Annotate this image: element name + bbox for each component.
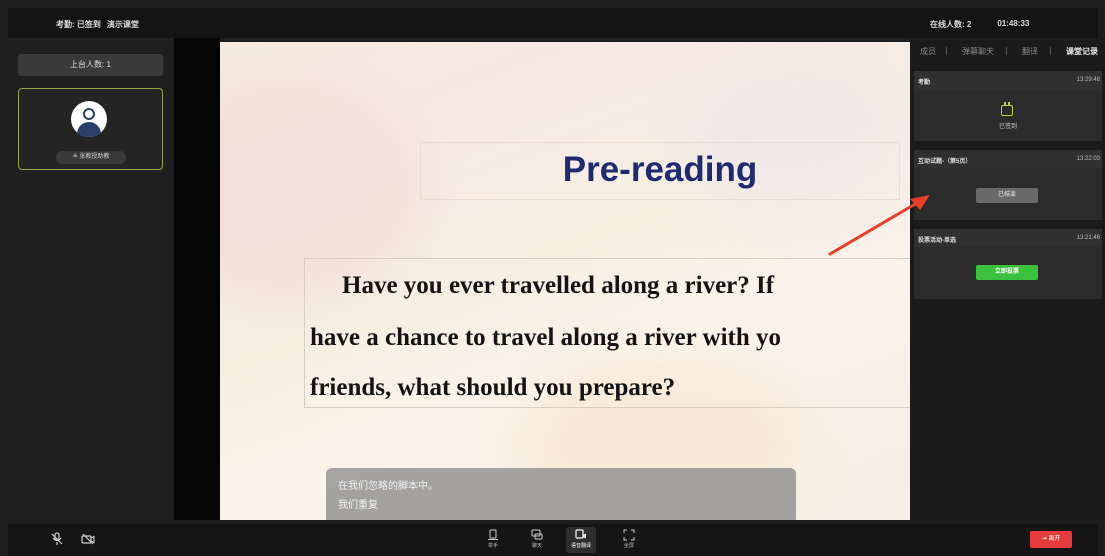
fullscreen-icon [623,529,635,541]
record-time: 13:22:03 [1076,156,1100,162]
subtitle-line-1: 在我们忽略的脚本中。 [338,481,438,492]
avatar [71,101,107,137]
question-line-1: Have you ever travelled along a river? I… [342,272,775,299]
record-attendance: 考勤 13:29:48 已签到 [914,71,1102,141]
record-time: 13:21:46 [1076,235,1100,241]
mic-muted-icon[interactable] [50,532,64,546]
attendance-status: 考勤: 已签到 [56,20,101,29]
live-subtitle-box: 在我们忽略的脚本中。 我们重复 [326,468,796,520]
side-tabs: 成员 弹幕聊天 翻译 课堂记录 [910,46,1105,60]
stage-participant-card[interactable]: ≗ 张教授助教 [18,88,163,170]
record-title: 互动试题-（第5页） [918,159,972,165]
stage-panel: 上台人数: 1 ≗ 张教授助教 [8,38,174,520]
fullscreen-label: 全屏 [623,543,634,549]
presentation-slide: Pre-reading Have you ever travelled alon… [220,42,910,520]
video-letterbox [174,38,220,520]
bottom-toolbar: 举手 聊天 语音翻译 全屏 ⇥ 离开 [8,524,1098,556]
chat-label: 聊天 [531,543,542,549]
camera-off-icon[interactable] [81,532,95,546]
leave-label: 离开 [1048,536,1061,542]
record-vote: 投票活动-单选 13:21:46 立即投票 [914,229,1102,299]
chat-button[interactable]: 聊天 [522,527,552,553]
tab-class-record[interactable]: 课堂记录 [1066,46,1098,57]
vote-now-button[interactable]: 立即投票 [976,265,1038,280]
subtitle-line-2: 我们重复 [338,500,378,511]
record-interactive-quiz: 互动试题-（第5页） 13:22:03 已结束 [914,150,1102,220]
translate-icon [575,529,586,539]
tab-members[interactable]: 成员 [920,46,936,57]
top-bar: 考勤: 已签到 演示课堂 在线人数: 2 01:48:33 [8,8,1098,38]
record-title: 考勤 [918,80,931,86]
tab-translate[interactable]: 翻译 [1022,46,1038,57]
hand-icon [488,529,498,540]
fullscreen-button[interactable]: 全屏 [614,527,644,553]
calendar-check-icon [1001,102,1013,116]
quiz-ended-button[interactable]: 已结束 [976,188,1038,203]
voice-translate-label: 语音翻译 [570,543,591,549]
class-timer: 01:48:33 [997,19,1030,28]
classroom-name: 演示课堂 [106,20,139,29]
question-line-3: friends, what should you prepare? [310,374,676,401]
classroom-app: 考勤: 已签到 演示课堂 在线人数: 2 01:48:33 上台人数: 1 ≗ … [0,0,1105,556]
voice-translate-button[interactable]: 语音翻译 [566,527,596,553]
question-line-2: have a chance to travel along a river wi… [310,324,781,351]
slide-title: Pre-reading [562,150,758,189]
online-count: 在线人数: 2 [930,20,972,29]
raise-hand-label: 举手 [487,543,498,549]
chat-icon [531,529,543,540]
raise-hand-button[interactable]: 举手 [478,527,508,553]
annotation-arrow-icon [828,195,930,256]
side-panel: 成员 弹幕聊天 翻译 课堂记录 考勤 13:29:48 已签到 互动试题-（第5… [910,38,1105,520]
leave-button[interactable]: ⇥ 离开 [1030,531,1072,548]
signed-in-status: 已签到 [998,124,1017,130]
record-time: 13:29:48 [1076,77,1100,83]
stage-count: 上台人数: 1 [18,54,163,76]
tab-danmaku-chat[interactable]: 弹幕聊天 [962,46,994,57]
assistant-name-badge: ≗ 张教授助教 [56,151,126,164]
